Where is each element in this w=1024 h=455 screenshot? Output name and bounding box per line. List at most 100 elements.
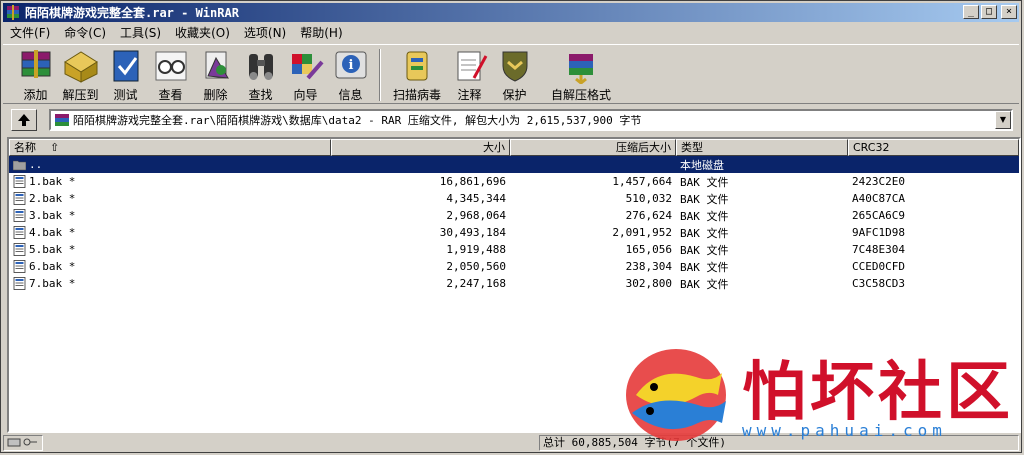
protect-shield-icon bbox=[502, 51, 527, 82]
column-packed[interactable]: 压缩后大小 bbox=[510, 139, 676, 156]
close-button[interactable]: × bbox=[1001, 5, 1017, 19]
path-text: 陌陌棋牌游戏完整全套.rar\陌陌棋牌游戏\数据库\data2 - RAR 压缩… bbox=[73, 114, 642, 127]
protect-button[interactable]: 保护 bbox=[492, 45, 537, 103]
test-icon bbox=[113, 50, 138, 82]
file-type: BAK 文件 bbox=[680, 260, 729, 274]
file-size: 2,968,064 bbox=[446, 209, 506, 222]
up-folder-button[interactable] bbox=[11, 109, 37, 131]
status-bar: 总计 60,885,504 字节(7 个文件) bbox=[3, 434, 1019, 452]
column-type[interactable]: 类型 bbox=[676, 139, 848, 156]
wizard-button[interactable]: 向导 bbox=[283, 45, 328, 103]
view-glasses-icon bbox=[155, 51, 186, 81]
binoculars-icon bbox=[248, 54, 273, 80]
rar-archive-icon bbox=[55, 114, 69, 126]
menu-tools[interactable]: 工具(S) bbox=[113, 24, 168, 41]
sfx-button[interactable]: 自解压格式 bbox=[537, 45, 625, 103]
file-size: 2,050,560 bbox=[446, 260, 506, 273]
bak-file-icon bbox=[13, 277, 26, 290]
comment-icon bbox=[457, 51, 487, 81]
extract-to-button[interactable]: 解压到 bbox=[58, 45, 103, 103]
find-button[interactable]: 查找 bbox=[238, 45, 283, 103]
file-crc32: C3C58CD3 bbox=[852, 277, 905, 290]
list-header: 名称 ⇧ 大小 压缩后大小 类型 CRC32 bbox=[9, 139, 1019, 156]
winrar-app-icon bbox=[7, 4, 19, 20]
column-crc32[interactable]: CRC32 bbox=[848, 139, 1019, 156]
file-name: 7.bak * bbox=[29, 277, 76, 290]
add-button[interactable]: 添加 bbox=[13, 45, 58, 103]
svg-text:i: i bbox=[348, 58, 353, 73]
file-row[interactable]: 3.bak * 2,968,064 276,624 BAK 文件 265CA6C9 bbox=[9, 207, 1019, 224]
file-name: 3.bak * bbox=[29, 209, 76, 222]
file-list[interactable]: 名称 ⇧ 大小 压缩后大小 类型 CRC32 .. 本地磁盘 1.bak * 16,… bbox=[7, 137, 1021, 433]
file-name: 5.bak * bbox=[29, 243, 76, 256]
file-packed-size: 165,056 bbox=[625, 243, 672, 256]
menu-favorites[interactable]: 收藏夹(O) bbox=[168, 24, 237, 41]
file-packed-size: 276,624 bbox=[625, 209, 672, 222]
info-icon: i bbox=[335, 51, 366, 79]
file-row[interactable]: 6.bak * 2,050,560 238,304 BAK 文件 CCED0CFD bbox=[9, 258, 1019, 275]
bak-file-icon bbox=[13, 260, 26, 273]
file-name: 6.bak * bbox=[29, 260, 76, 273]
bak-file-icon bbox=[13, 175, 26, 188]
file-crc32: 265CA6C9 bbox=[852, 209, 905, 222]
path-dropdown-button[interactable]: ▼ bbox=[995, 111, 1011, 129]
scan-virus-button[interactable]: 扫描病毒 bbox=[387, 45, 447, 103]
file-packed-size: 1,457,664 bbox=[612, 175, 672, 188]
view-button[interactable]: 查看 bbox=[148, 45, 193, 103]
window-title: 陌陌棋牌游戏完整全套.rar - WinRAR bbox=[25, 6, 239, 20]
parent-folder-row[interactable]: .. 本地磁盘 bbox=[9, 156, 1019, 173]
file-type: BAK 文件 bbox=[680, 209, 729, 223]
sfx-icon bbox=[569, 54, 593, 84]
folder-icon bbox=[13, 160, 26, 171]
status-total: 总计 60,885,504 字节(7 个文件) bbox=[539, 435, 1019, 451]
menu-help[interactable]: 帮助(H) bbox=[293, 24, 349, 41]
comment-button[interactable]: 注释 bbox=[447, 45, 492, 103]
extract-to-icon bbox=[63, 51, 98, 83]
file-type: BAK 文件 bbox=[680, 277, 729, 291]
column-size[interactable]: 大小 bbox=[331, 139, 510, 156]
path-combobox[interactable]: 陌陌棋牌游戏完整全套.rar\陌陌棋牌游戏\数据库\data2 - RAR 压缩… bbox=[49, 109, 1013, 131]
file-name: 2.bak * bbox=[29, 192, 76, 205]
address-bar: 陌陌棋牌游戏完整全套.rar\陌陌棋牌游戏\数据库\data2 - RAR 压缩… bbox=[3, 107, 1019, 133]
menu-file[interactable]: 文件(F) bbox=[3, 24, 57, 41]
menu-bar: 文件(F) 命令(C) 工具(S) 收藏夹(O) 选项(N) 帮助(H) bbox=[3, 23, 1019, 42]
delete-button[interactable]: 删除 bbox=[193, 45, 238, 103]
file-packed-size: 2,091,952 bbox=[612, 226, 672, 239]
bak-file-icon bbox=[13, 209, 26, 222]
file-size: 1,919,488 bbox=[446, 243, 506, 256]
file-size: 4,345,344 bbox=[446, 192, 506, 205]
test-button[interactable]: 测试 bbox=[103, 45, 148, 103]
file-type: BAK 文件 bbox=[680, 243, 729, 257]
menu-options[interactable]: 选项(N) bbox=[237, 24, 293, 41]
drive-status bbox=[3, 435, 43, 451]
scan-virus-icon bbox=[406, 51, 428, 81]
up-arrow-icon bbox=[18, 114, 30, 126]
sort-up-arrow-icon: ⇧ bbox=[50, 141, 60, 154]
file-crc32: 2423C2E0 bbox=[852, 175, 905, 188]
toolbar: 添加 解压到 测试 查看 删除 查找 向导 i 信息 扫描病毒 注释 保护 自解… bbox=[3, 44, 1019, 104]
maximize-button[interactable]: □ bbox=[981, 5, 997, 19]
minimize-button[interactable]: _ bbox=[963, 5, 979, 19]
file-row[interactable]: 2.bak * 4,345,344 510,032 BAK 文件 A40C87CA bbox=[9, 190, 1019, 207]
file-type: BAK 文件 bbox=[680, 192, 729, 206]
file-size: 2,247,168 bbox=[446, 277, 506, 290]
file-row[interactable]: 5.bak * 1,919,488 165,056 BAK 文件 7C48E304 bbox=[9, 241, 1019, 258]
winrar-window: 陌陌棋牌游戏完整全套.rar - WinRAR _ □ × 文件(F) 命令(C… bbox=[0, 0, 1022, 453]
bak-file-icon bbox=[13, 226, 26, 239]
add-books-icon bbox=[21, 50, 50, 78]
column-name[interactable]: 名称 ⇧ bbox=[9, 139, 331, 156]
file-crc32: 9AFC1D98 bbox=[852, 226, 905, 239]
bak-file-icon bbox=[13, 243, 26, 256]
title-bar[interactable]: 陌陌棋牌游戏完整全套.rar - WinRAR _ □ × bbox=[3, 3, 1019, 22]
file-size: 16,861,696 bbox=[439, 175, 506, 188]
info-button[interactable]: i 信息 bbox=[328, 45, 373, 103]
file-crc32: 7C48E304 bbox=[852, 243, 905, 256]
wizard-icon bbox=[291, 54, 324, 80]
file-row[interactable]: 7.bak * 2,247,168 302,800 BAK 文件 C3C58CD3 bbox=[9, 275, 1019, 292]
file-row[interactable]: 1.bak * 16,861,696 1,457,664 BAK 文件 2423C2E0 bbox=[9, 173, 1019, 190]
file-type: BAK 文件 bbox=[680, 175, 729, 189]
file-packed-size: 510,032 bbox=[625, 192, 672, 205]
file-row[interactable]: 4.bak * 30,493,184 2,091,952 BAK 文件 9AFC1D98 bbox=[9, 224, 1019, 241]
file-crc32: A40C87CA bbox=[852, 192, 905, 205]
menu-commands[interactable]: 命令(C) bbox=[57, 24, 113, 41]
